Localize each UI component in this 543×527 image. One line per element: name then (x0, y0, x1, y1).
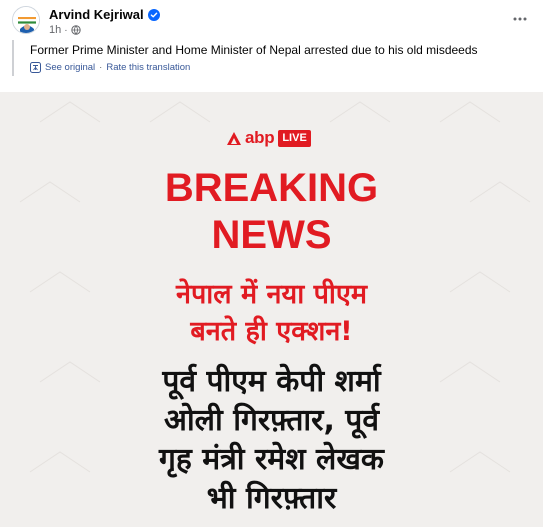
see-original-link[interactable]: See original (45, 62, 95, 73)
post-header: Arvind Kejriwal 1h · Former Prime Minist… (0, 0, 543, 92)
avatar[interactable] (12, 6, 40, 34)
headline-news: NEWS (211, 213, 332, 257)
translate-icon (30, 62, 41, 73)
hindi-line-5: गृह मंत्री रमेश लेखक (159, 442, 384, 477)
profile-picture-icon (13, 7, 39, 33)
post-meta: 1h · (49, 24, 81, 36)
hindi-line-2: बनते ही एक्शन! (190, 316, 353, 347)
rate-translation-link[interactable]: Rate this translation (106, 62, 190, 73)
translation-controls: See original · Rate this translation (30, 62, 190, 73)
more-horizontal-icon (513, 17, 527, 21)
translation-quote-bar (12, 40, 14, 76)
meta-separator: · (64, 24, 68, 36)
abp-brand-text: abp (245, 128, 275, 147)
verified-badge-icon (147, 8, 160, 21)
hindi-line-4: ओली गिरफ़्तार, पूर्व (163, 403, 380, 438)
hindi-line-6: भी गिरफ़्तार (206, 481, 337, 516)
author-row: Arvind Kejriwal (49, 7, 160, 22)
hindi-line-1: नेपाल में नया पीएम (175, 279, 367, 310)
more-options-button[interactable] (509, 8, 531, 30)
live-badge: LIVE (278, 129, 311, 147)
author-name[interactable]: Arvind Kejriwal (49, 7, 144, 22)
headline-breaking: BREAKING (164, 166, 379, 210)
post-text: Former Prime Minister and Home Minister … (30, 43, 478, 57)
abp-triangle-icon (227, 131, 241, 145)
hindi-line-3: पूर्व पीएम केपी शर्मा (162, 364, 381, 399)
translate-separator: · (99, 62, 103, 73)
abp-live-logo: abp LIVE (227, 128, 311, 148)
post-timestamp[interactable]: 1h (49, 24, 61, 36)
audience-public-icon[interactable] (70, 25, 81, 35)
